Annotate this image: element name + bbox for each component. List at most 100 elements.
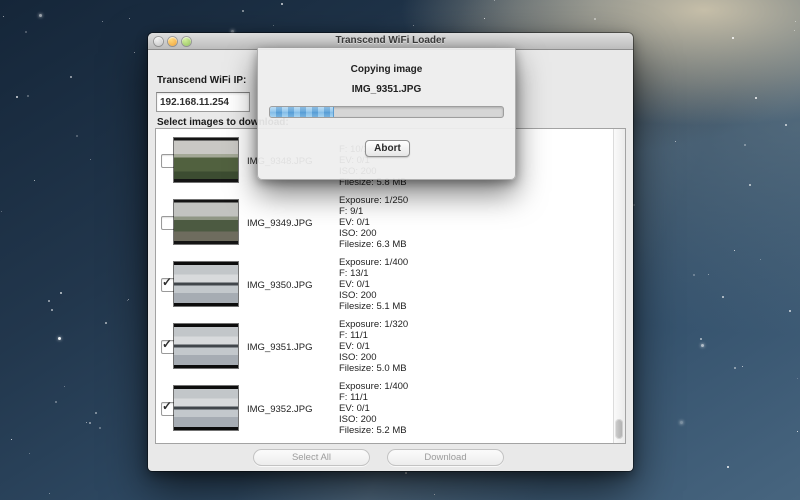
exif-line: Exposure: 1/250 bbox=[339, 195, 408, 206]
image-thumbnail bbox=[174, 386, 238, 430]
image-thumbnail bbox=[174, 200, 238, 244]
star bbox=[128, 299, 129, 300]
star bbox=[494, 0, 495, 1]
star bbox=[34, 180, 35, 181]
ip-label: Transcend WiFi IP: bbox=[157, 75, 246, 86]
star bbox=[90, 159, 91, 160]
exif-line: ISO: 200 bbox=[339, 352, 408, 363]
exif-info: Exposure: 1/400F: 13/1EV: 0/1ISO: 200Fil… bbox=[339, 257, 408, 312]
star bbox=[70, 76, 72, 78]
exif-line: F: 13/1 bbox=[339, 268, 408, 279]
exif-line: EV: 0/1 bbox=[339, 341, 408, 352]
star bbox=[742, 366, 743, 367]
exif-line: EV: 0/1 bbox=[339, 279, 408, 290]
star bbox=[281, 3, 283, 5]
image-checkbox[interactable] bbox=[161, 154, 175, 168]
exif-line: Exposure: 1/320 bbox=[339, 319, 408, 330]
exif-line: Filesize: 5.1 MB bbox=[339, 301, 408, 312]
exif-line: Exposure: 1/400 bbox=[339, 257, 408, 268]
exif-line: Filesize: 5.2 MB bbox=[339, 425, 408, 436]
star bbox=[734, 250, 735, 251]
exif-line: EV: 0/1 bbox=[339, 217, 408, 228]
star bbox=[413, 25, 414, 26]
star bbox=[55, 401, 57, 403]
exif-line: Filesize: 6.3 MB bbox=[339, 239, 408, 250]
star bbox=[99, 427, 101, 429]
image-filename: IMG_9352.JPG bbox=[247, 404, 312, 415]
star bbox=[701, 344, 704, 347]
star bbox=[785, 124, 787, 126]
select-all-button[interactable]: Select All bbox=[253, 449, 370, 466]
checkmark-icon: ✓ bbox=[162, 338, 172, 350]
star bbox=[58, 337, 61, 340]
star bbox=[49, 493, 50, 494]
window-title: Transcend WiFi Loader bbox=[148, 35, 633, 46]
exif-info: Exposure: 1/400F: 11/1EV: 0/1ISO: 200Fil… bbox=[339, 381, 408, 436]
exif-info: Exposure: 1/250F: 9/1EV: 0/1ISO: 200File… bbox=[339, 195, 408, 250]
star bbox=[760, 259, 761, 260]
star bbox=[29, 453, 30, 454]
star bbox=[51, 309, 53, 311]
exif-line: F: 9/1 bbox=[339, 206, 408, 217]
progress-bar bbox=[269, 106, 504, 118]
star bbox=[795, 21, 796, 22]
star bbox=[3, 16, 4, 17]
exif-line: Exposure: 1/400 bbox=[339, 381, 408, 392]
image-row: IMG_9349.JPG Exposure: 1/250F: 9/1EV: 0/1… bbox=[156, 191, 625, 253]
star bbox=[732, 37, 734, 39]
image-row: ✓IMG_9350.JPGExposure: 1/400F: 13/1EV: 0… bbox=[156, 253, 625, 315]
star bbox=[242, 10, 244, 12]
abort-button[interactable]: Abort bbox=[365, 140, 410, 157]
star bbox=[693, 274, 695, 276]
star bbox=[11, 439, 12, 440]
star bbox=[797, 378, 798, 379]
star bbox=[749, 184, 751, 186]
exif-info: Exposure: 1/320F: 11/1EV: 0/1ISO: 200Fil… bbox=[339, 319, 408, 374]
desktop-wallpaper: Transcend WiFi Loader Transcend WiFi IP:… bbox=[0, 0, 800, 500]
star bbox=[680, 421, 683, 424]
image-checkbox[interactable]: ✓ bbox=[161, 340, 175, 354]
download-button[interactable]: Download bbox=[387, 449, 504, 466]
ip-input[interactable] bbox=[156, 92, 250, 112]
star bbox=[794, 30, 795, 31]
image-checkbox[interactable]: ✓ bbox=[161, 278, 175, 292]
image-row: ✓IMG_9351.JPGExposure: 1/320F: 11/1EV: 0… bbox=[156, 315, 625, 377]
star bbox=[744, 144, 746, 146]
exif-line: ISO: 200 bbox=[339, 290, 408, 301]
star bbox=[48, 300, 50, 302]
star bbox=[129, 18, 130, 19]
star bbox=[102, 21, 103, 22]
image-checkbox[interactable] bbox=[161, 216, 175, 230]
image-checkbox[interactable]: ✓ bbox=[161, 402, 175, 416]
checkmark-icon: ✓ bbox=[162, 400, 172, 412]
star bbox=[105, 322, 107, 324]
exif-line: ISO: 200 bbox=[339, 414, 408, 425]
star bbox=[434, 494, 435, 495]
star bbox=[25, 31, 27, 33]
checkmark-icon: ✓ bbox=[162, 276, 172, 288]
exif-line: EV: 0/1 bbox=[339, 403, 408, 414]
exif-line: F: 11/1 bbox=[339, 330, 408, 341]
progress-fill bbox=[270, 107, 334, 117]
star bbox=[727, 466, 729, 468]
image-filename: IMG_9349.JPG bbox=[247, 218, 312, 229]
star bbox=[484, 18, 485, 19]
dialog-filename: IMG_9351.JPG bbox=[258, 84, 515, 95]
star bbox=[27, 95, 29, 97]
star bbox=[89, 422, 91, 424]
star bbox=[39, 14, 42, 17]
star bbox=[1, 211, 2, 212]
image-thumbnail bbox=[174, 138, 238, 182]
exif-line: F: 11/1 bbox=[339, 392, 408, 403]
image-row: ✓ IMG_9352.JPG Exposure: 1/400F: 11/1EV: 0… bbox=[156, 377, 625, 439]
star bbox=[675, 141, 676, 142]
scrollbar-thumb[interactable] bbox=[615, 419, 623, 439]
image-thumbnail bbox=[174, 324, 238, 368]
star bbox=[127, 300, 128, 301]
star bbox=[594, 18, 596, 20]
star bbox=[405, 472, 407, 474]
star bbox=[755, 97, 757, 99]
star bbox=[734, 367, 736, 369]
scrollbar[interactable] bbox=[613, 129, 625, 443]
star bbox=[76, 135, 78, 137]
